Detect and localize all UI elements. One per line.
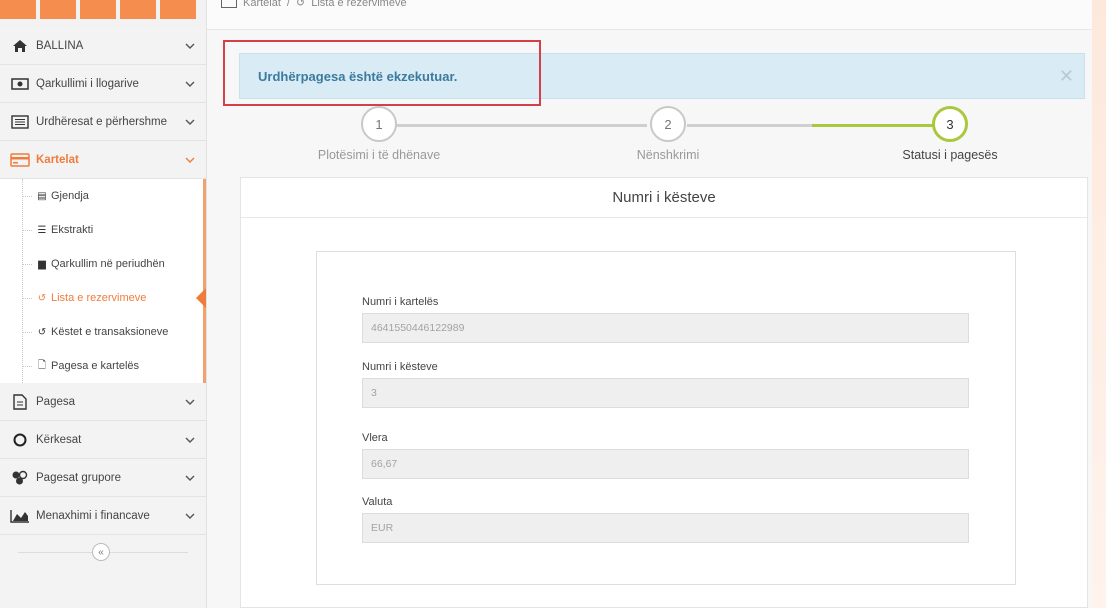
breadcrumb-separator: / <box>286 0 290 9</box>
sidebar-item-kerkesat[interactable]: Kërkesat <box>0 421 206 459</box>
amount-input[interactable]: 66,67 <box>362 449 969 479</box>
chevron-down-icon <box>184 434 196 446</box>
main-content: Urdhërpagesa është ekzekutuar. ✕ 1 2 3 P… <box>207 30 1092 608</box>
alert-message: Urdhërpagesa është ekzekutuar. <box>258 68 458 84</box>
amount-field: Vlera 66,67 <box>362 432 970 479</box>
step-1-circle: 1 <box>361 106 397 142</box>
close-icon[interactable]: ✕ <box>1059 67 1074 85</box>
top-tab[interactable] <box>80 0 116 19</box>
installments-count-field: Numri i kësteve 3 <box>362 361 970 408</box>
step-1-label: Plotësimi i të dhënave <box>317 148 441 162</box>
step-connector <box>687 124 827 127</box>
breadcrumb-bar: Kartelat / ↺ Lista e rezervimeve <box>207 0 1092 30</box>
app-root: BALLINA Qarkullimi i llogarive Urdhëresa… <box>0 0 1106 608</box>
sidebar-item-menaxhimi[interactable]: Menaxhimi i financave <box>0 497 206 535</box>
sidebar-item-pagesat-grupore[interactable]: Pagesat grupore <box>0 459 206 497</box>
chevron-down-icon <box>184 154 196 166</box>
credit-card-icon <box>221 0 237 8</box>
step-connector-complete <box>812 124 942 127</box>
file-icon: 🗋 <box>37 359 47 371</box>
panel-title: Numri i kësteve <box>241 178 1087 218</box>
chevron-down-icon <box>184 396 196 408</box>
chevron-down-icon <box>184 78 196 90</box>
currency-input[interactable]: EUR <box>362 513 969 543</box>
breadcrumb-item: Lista e rezervimeve <box>311 0 407 9</box>
submenu-item-label: Lista e rezervimeve <box>51 292 147 304</box>
submenu-item-ekstrakti[interactable]: ☰ Ekstrakti <box>0 213 203 247</box>
field-label: Numri i kësteve <box>362 361 438 373</box>
list-icon: ☰ <box>37 224 47 236</box>
sidebar-item-label: Urdhëresat e përhershme <box>36 115 168 128</box>
money-icon <box>10 76 30 92</box>
area-chart-icon <box>10 508 30 524</box>
submenu-item-gjendja[interactable]: ▤ Gjendja <box>0 179 203 213</box>
sidebar-collapse-row: « <box>0 535 206 569</box>
archive-icon: ▆ <box>38 258 46 270</box>
sidebar-item-label: BALLINA <box>36 39 84 52</box>
progress-steps: 1 2 3 Plotësimi i të dhënave Nënshkrimi … <box>307 104 1027 174</box>
submenu-item-lista-e-rezervimeve[interactable]: ↺ Lista e rezervimeve <box>0 281 206 315</box>
field-label: Valuta <box>362 496 393 508</box>
kartelat-submenu: ▤ Gjendja ☰ Ekstrakti ▆ Qarkullim në per… <box>0 179 206 383</box>
sidebar-item-pagesa[interactable]: Pagesa <box>0 383 206 421</box>
sidebar-item-label: Qarkullimi i llogarive <box>36 77 139 90</box>
field-label: Vlera <box>362 432 388 444</box>
credit-card-icon <box>10 152 30 168</box>
sidebar: BALLINA Qarkullimi i llogarive Urdhëresa… <box>0 0 207 608</box>
submenu-item-label: Pagesa e kartelës <box>51 360 140 372</box>
currency-field: Valuta EUR <box>362 496 970 543</box>
top-tab[interactable] <box>0 0 36 19</box>
installments-panel: Numri i kësteve Numri i kartelës 4641550… <box>240 177 1088 608</box>
step-3-circle: 3 <box>932 106 968 142</box>
history-icon: ↺ <box>295 0 306 9</box>
chevron-down-icon <box>184 472 196 484</box>
step-connector <box>387 124 647 127</box>
sidebar-top-tabs <box>0 0 206 27</box>
card-number-input[interactable]: 4641550446122989 <box>362 313 969 343</box>
submenu-item-qarkullim-ne-periudhen[interactable]: ▆ Qarkullim në periudhën <box>0 247 203 281</box>
group-icon <box>10 470 30 486</box>
history-icon: ↺ <box>37 326 47 338</box>
sidebar-item-label: Menaxhimi i financave <box>36 509 150 522</box>
circle-icon <box>10 432 30 448</box>
step-2-circle: 2 <box>650 106 686 142</box>
sidebar-item-qarkullimi[interactable]: Qarkullimi i llogarive <box>0 65 206 103</box>
card-number-field: Numri i kartelës 4641550446122989 <box>362 296 970 343</box>
submenu-item-label: Qarkullim në periudhën <box>51 258 165 270</box>
breadcrumb: Kartelat / ↺ Lista e rezervimeve <box>221 0 407 9</box>
step-2-label: Nënshkrimi <box>636 148 700 162</box>
submenu-item-label: Ekstrakti <box>51 224 94 236</box>
top-tab[interactable] <box>120 0 156 19</box>
document-icon <box>10 393 30 410</box>
submenu-item-label: Gjendja <box>51 190 89 202</box>
top-tab[interactable] <box>160 0 196 19</box>
collapse-sidebar-button[interactable]: « <box>92 543 110 561</box>
breadcrumb-item[interactable]: Kartelat <box>243 0 281 9</box>
wallet-icon: ▤ <box>37 190 47 202</box>
field-label: Numri i kartelës <box>362 296 439 308</box>
list-box-icon <box>10 114 30 130</box>
chevron-down-icon <box>184 510 196 522</box>
submenu-item-pagesa-e-karteles[interactable]: 🗋 Pagesa e kartelës <box>0 349 203 383</box>
sidebar-item-label: Pagesat grupore <box>36 471 122 484</box>
chevron-down-icon <box>184 116 196 128</box>
top-tab[interactable] <box>40 0 76 19</box>
sidebar-item-kartelat[interactable]: Kartelat <box>0 141 206 179</box>
sidebar-item-label: Pagesa <box>36 395 76 408</box>
chevron-down-icon <box>184 40 196 52</box>
submenu-item-label: Këstet e transaksioneve <box>51 326 169 338</box>
installments-count-input[interactable]: 3 <box>362 378 969 408</box>
sidebar-item-ballina[interactable]: BALLINA <box>0 27 206 65</box>
decorative-edge <box>1092 0 1106 608</box>
sidebar-item-urdheresat[interactable]: Urdhëresat e përhershme <box>0 103 206 141</box>
success-alert: Urdhërpagesa është ekzekutuar. ✕ <box>239 53 1085 99</box>
sidebar-item-label: Kërkesat <box>36 433 82 446</box>
step-3-label: Statusi i pagesës <box>902 148 998 162</box>
home-icon <box>10 38 30 54</box>
history-icon: ↺ <box>37 292 47 304</box>
installments-form: Numri i kartelës 4641550446122989 Numri … <box>316 251 1016 585</box>
sidebar-item-label: Kartelat <box>36 153 79 166</box>
submenu-item-kestet-e-transaksioneve[interactable]: ↺ Këstet e transaksioneve <box>0 315 203 349</box>
